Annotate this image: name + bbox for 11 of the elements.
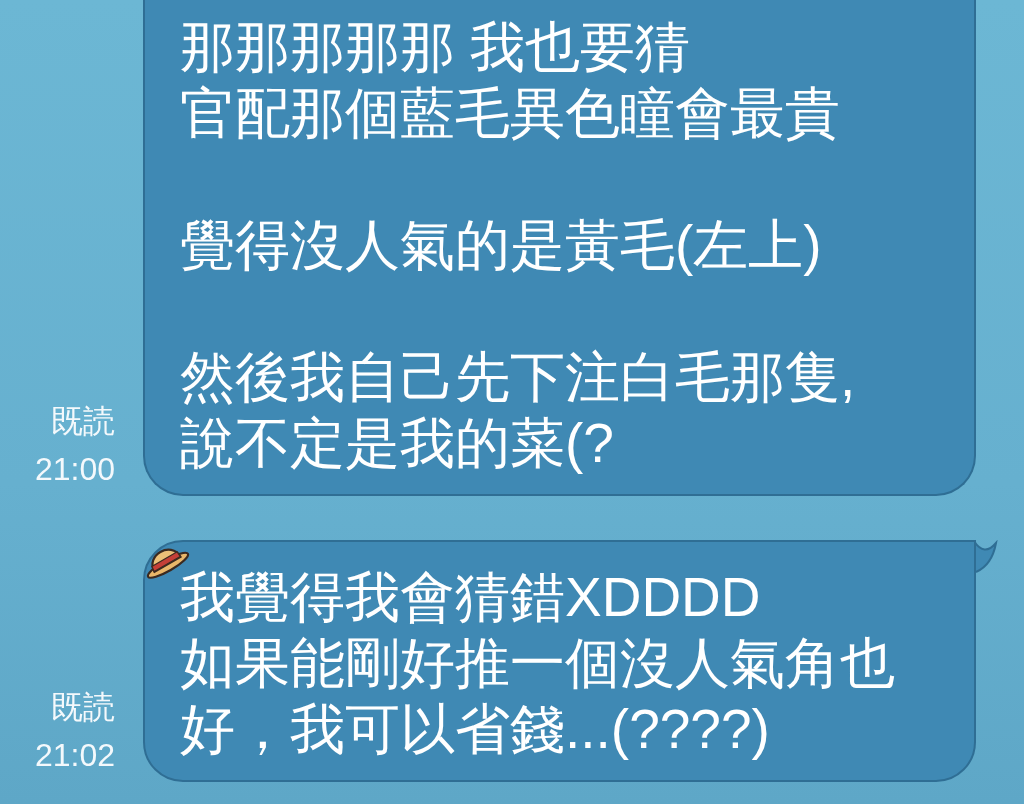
message-text: 然後我自己先下注白毛那隻, [180,345,856,410]
timestamp: 21:00 [33,450,115,489]
timestamp: 21:02 [33,736,115,775]
message-text: 我覺得我會猜錯XDDDD [180,565,761,630]
message-text: 說不定是我的菜(? [180,411,614,476]
message-text: 如果能剛好推一個沒人氣角也好，我可以省錢...(????) [180,631,896,762]
message-text: 覺得沒人氣的是黃毛(左上) [180,213,822,278]
read-receipt: 既読 [50,688,115,727]
read-receipt: 既読 [50,402,115,441]
message-text: 那那那那那 我也要猜 [180,15,691,80]
message-text: 官配那個藍毛異色瞳會最貴 [180,81,840,146]
